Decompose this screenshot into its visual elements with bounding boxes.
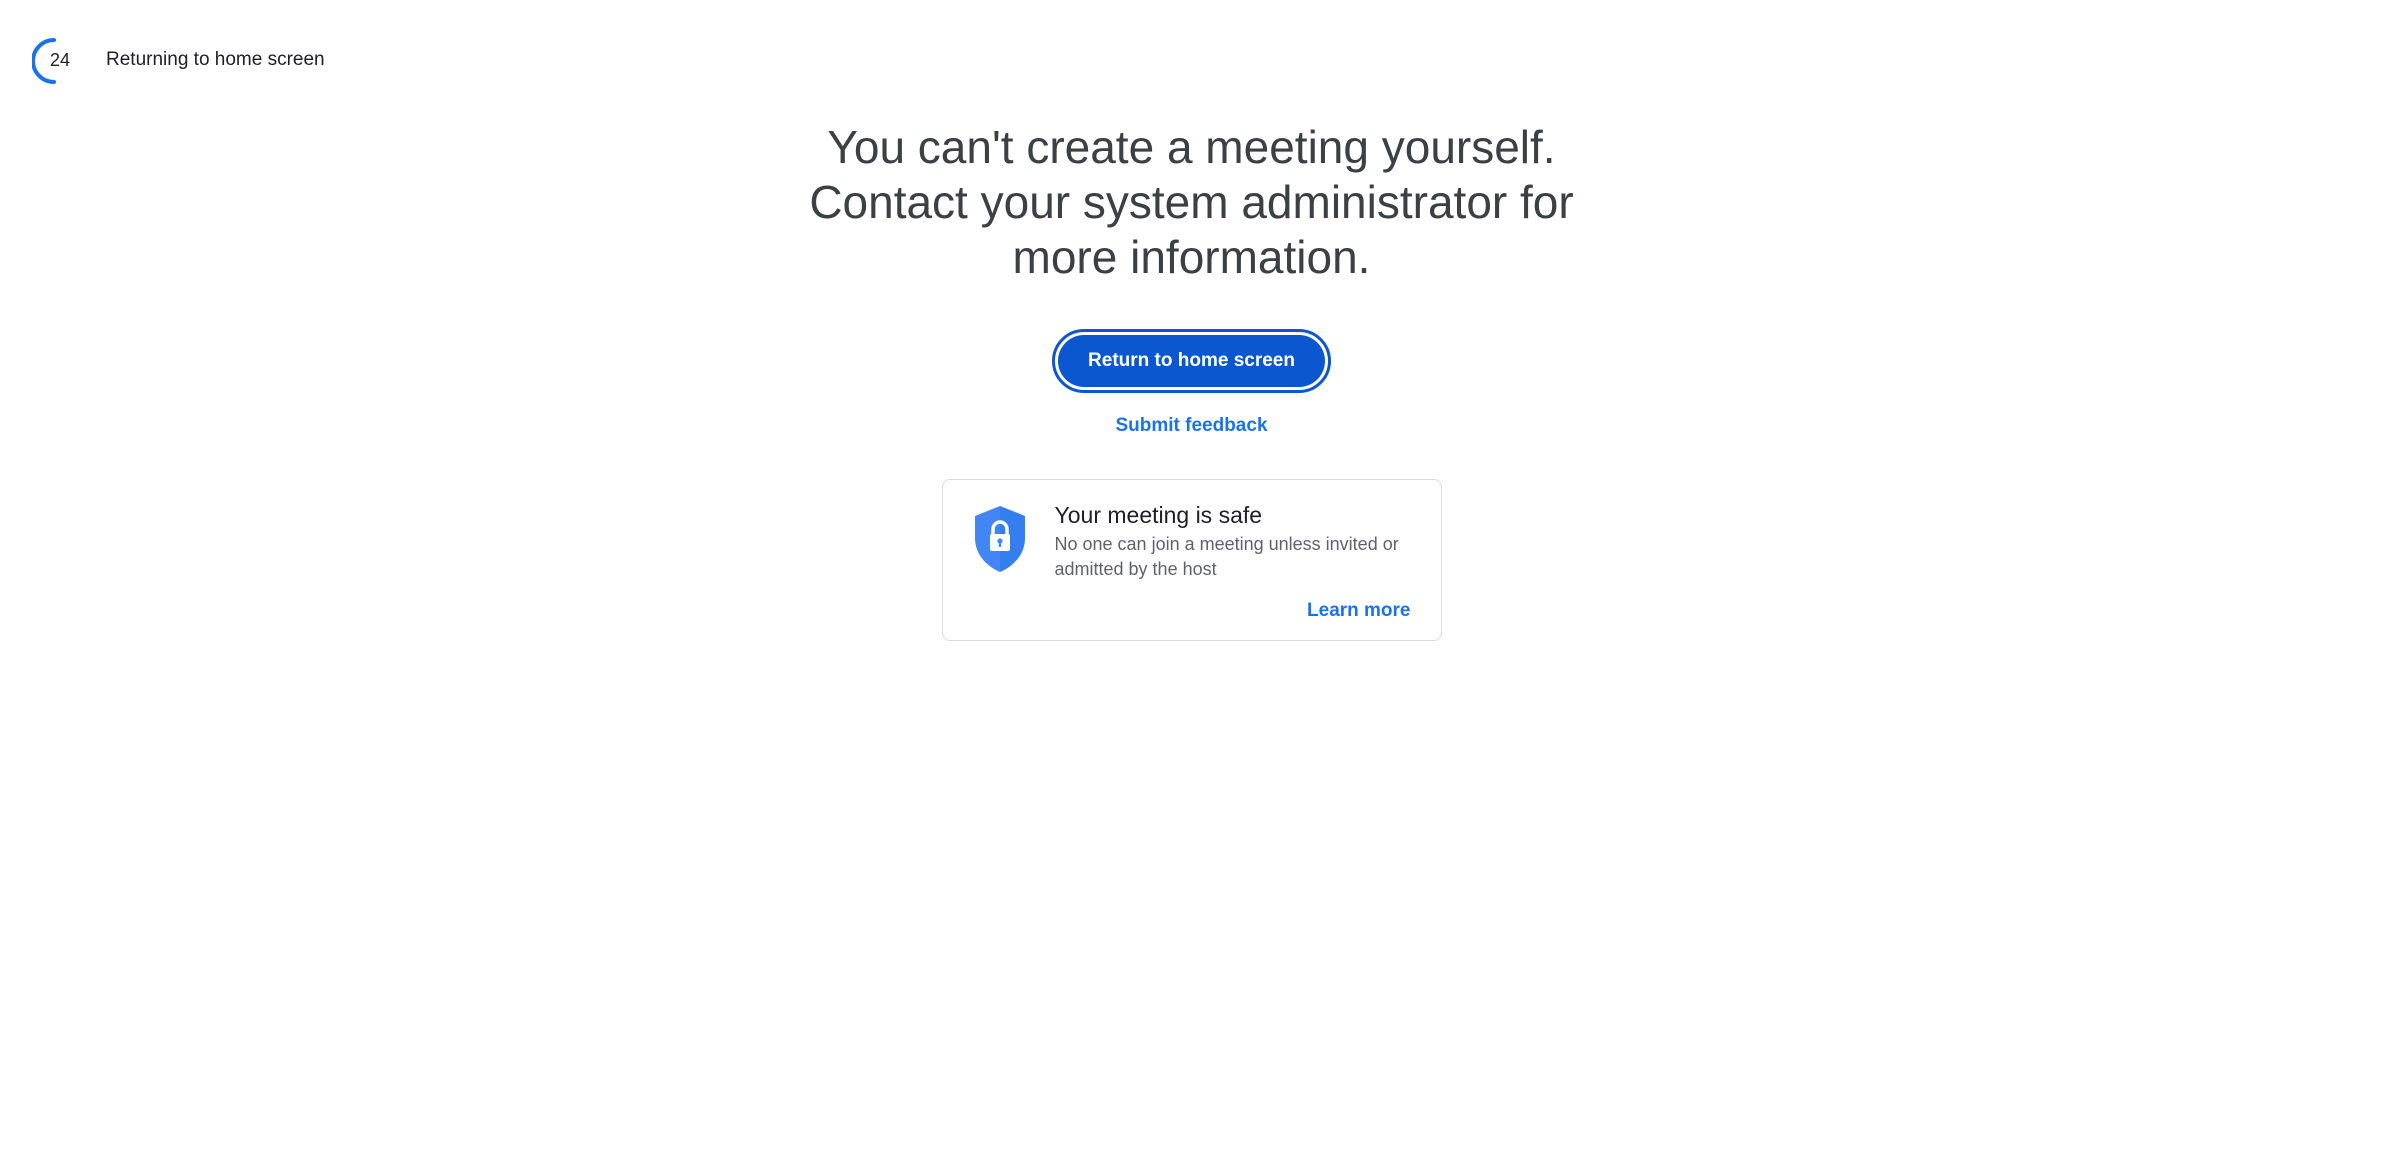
countdown-timer: 24 [32,36,80,84]
countdown-label: Returning to home screen [106,49,325,70]
learn-more-link[interactable]: Learn more [1307,600,1410,622]
error-headline: You can't create a meeting yourself. Con… [809,121,1574,283]
submit-feedback-link[interactable]: Submit feedback [1115,415,1267,437]
page: 24 Returning to home screen You can't cr… [0,0,2383,1168]
safe-card-description: No one can join a meeting unless invited… [1054,534,1399,579]
meeting-safe-card: Your meeting is safe No one can join a m… [941,479,1442,641]
return-to-home-button[interactable]: Return to home screen [1052,329,1331,393]
safe-card-title: Your meeting is safe [1054,502,1263,528]
countdown-seconds: 24 [49,50,71,70]
main-content: You can't create a meeting yourself. Con… [0,120,2383,641]
countdown: 24 Returning to home screen [32,36,325,84]
shield-lock-icon [974,506,1025,572]
